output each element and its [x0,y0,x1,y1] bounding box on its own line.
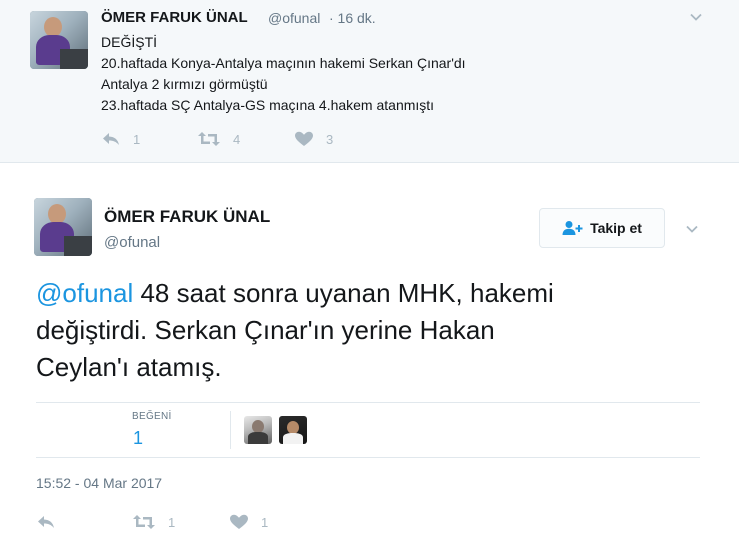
like-button[interactable]: 1 [229,514,268,530]
follow-button[interactable]: Takip et [539,208,665,248]
tweet-text-line-3: Ceylan'ı atamış. [36,352,222,382]
mention-link[interactable]: @ofunal [36,278,133,308]
reply-button[interactable] [36,514,56,530]
tweet-text: @ofunal 48 saat sonra uyanan MHK, hakemi… [36,275,554,386]
retweet-count: 1 [168,514,176,530]
tweet-text-line-2: değiştirdi. Serkan Çınar'ın yerine Hakan [36,315,495,345]
follow-user-icon [562,221,583,235]
tweet-stats: BEĞENİ 1 [36,402,700,458]
tweet-line-2: 20.haftada Konya-Antalya maçının hakemi … [101,55,466,71]
chevron-down-icon[interactable] [688,9,704,25]
retweet-count: 4 [233,131,241,147]
avatar[interactable] [30,11,88,69]
liker-avatar[interactable] [244,416,272,444]
tweet-time[interactable]: · 16 dk. [329,10,376,26]
reply-icon [38,516,54,528]
likes-label: BEĞENİ [132,411,172,422]
chevron-down-icon[interactable] [684,221,700,237]
author-name[interactable]: ÖMER FARUK ÜNAL [101,9,248,26]
retweet-icon [198,132,220,146]
author-handle[interactable]: @ofunal [104,234,160,251]
likes-value[interactable]: 1 [133,428,143,449]
author-name[interactable]: ÖMER FARUK ÜNAL [104,207,270,227]
reply-icon [103,133,119,145]
follow-label: Takip et [590,220,642,236]
reply-count: 1 [133,131,141,147]
tweet-line-3: Antalya 2 kırmızı görmüştü [101,76,268,92]
main-tweet: ÖMER FARUK ÜNAL @ofunal Takip et @ofunal… [0,163,739,555]
author-handle[interactable]: @ofunal [268,10,320,26]
like-count: 3 [326,131,334,147]
tweet-text-line-1: 48 saat sonra uyanan MHK, hakemi [133,278,554,308]
like-button[interactable]: 3 [294,131,333,147]
parent-tweet[interactable]: ÖMER FARUK ÜNAL @ofunal · 16 dk. DEĞİŞTİ… [0,0,739,163]
retweet-icon [133,515,155,529]
liker-avatar[interactable] [279,416,307,444]
retweet-button[interactable]: 4 [197,131,240,147]
reply-button[interactable]: 1 [101,131,140,147]
timestamp[interactable]: 15:52 - 04 Mar 2017 [36,475,162,491]
avatar[interactable] [34,198,92,256]
heart-icon [230,514,248,529]
like-count: 1 [261,514,269,530]
retweet-button[interactable]: 1 [132,514,175,530]
tweet-line-4: 23.haftada SÇ Antalya-GS maçına 4.hakem … [101,97,435,113]
divider [230,411,231,449]
tweet-line-1: DEĞİŞTİ [101,34,158,50]
heart-icon [295,131,313,146]
